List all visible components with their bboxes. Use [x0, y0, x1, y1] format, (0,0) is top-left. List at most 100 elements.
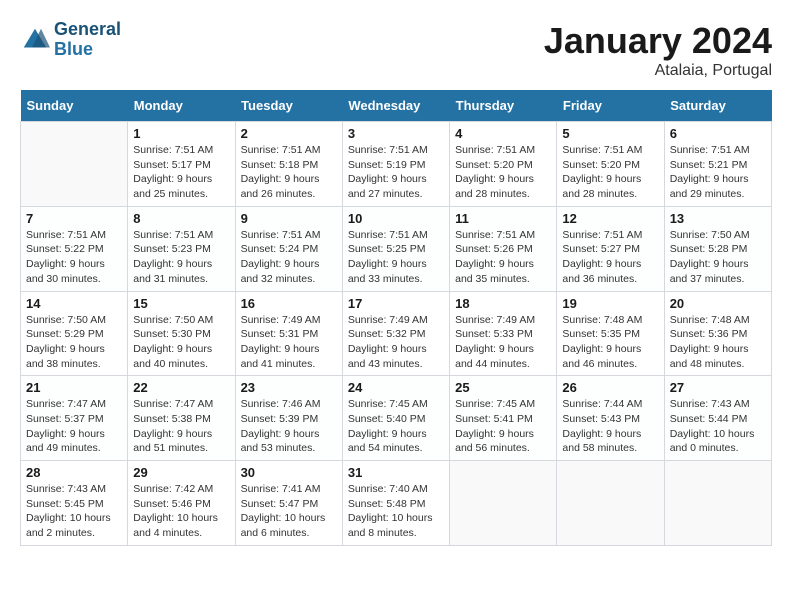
column-header-thursday: Thursday: [450, 90, 557, 122]
calendar-cell: 12Sunrise: 7:51 AMSunset: 5:27 PMDayligh…: [557, 206, 664, 291]
logo-line2: Blue: [54, 40, 121, 60]
calendar-cell: 31 Sunrise: 7:40 AMSunset: 5:48 PMDayligh…: [342, 461, 449, 546]
day-info: Sunrise: 7:50 AMSunset: 5:28 PMDaylight:…: [670, 228, 766, 287]
location: Atalaia, Portugal: [544, 62, 772, 80]
column-header-tuesday: Tuesday: [235, 90, 342, 122]
day-info: Sunrise: 7:46 AMSunset: 5:39 PMDaylight:…: [241, 397, 337, 456]
day-info: Sunrise: 7:51 AMSunset: 5:20 PMDaylight:…: [562, 143, 658, 202]
day-info: Sunrise: 7:40 AMSunset: 5:48 PMDaylight:…: [348, 482, 444, 541]
day-info: Sunrise: 7:49 AMSunset: 5:31 PMDaylight:…: [241, 313, 337, 372]
day-number: 4: [455, 126, 551, 141]
day-number: 29: [133, 465, 229, 480]
column-header-wednesday: Wednesday: [342, 90, 449, 122]
logo-line1: General: [54, 20, 121, 40]
day-number: 31: [348, 465, 444, 480]
calendar-cell: 29 Sunrise: 7:42 AMSunset: 5:46 PMDayligh…: [128, 461, 235, 546]
calendar-cell: 25 Sunrise: 7:45 AMSunset: 5:41 PMDayligh…: [450, 376, 557, 461]
calendar-cell: 23 Sunrise: 7:46 AMSunset: 5:39 PMDayligh…: [235, 376, 342, 461]
day-number: 3: [348, 126, 444, 141]
calendar-week-1: 1Sunrise: 7:51 AMSunset: 5:17 PMDaylight…: [21, 122, 772, 207]
day-info: Sunrise: 7:44 AMSunset: 5:43 PMDaylight:…: [562, 397, 658, 456]
day-info: Sunrise: 7:51 AMSunset: 5:22 PMDaylight:…: [26, 228, 122, 287]
day-number: 9: [241, 211, 337, 226]
day-info: Sunrise: 7:51 AMSunset: 5:25 PMDaylight:…: [348, 228, 444, 287]
calendar-cell: 9 Sunrise: 7:51 AMSunset: 5:24 PMDaylight…: [235, 206, 342, 291]
calendar-cell: 26 Sunrise: 7:44 AMSunset: 5:43 PMDayligh…: [557, 376, 664, 461]
calendar-cell: [664, 461, 771, 546]
day-number: 10: [348, 211, 444, 226]
day-number: 1: [133, 126, 229, 141]
day-number: 30: [241, 465, 337, 480]
calendar-cell: [450, 461, 557, 546]
column-header-friday: Friday: [557, 90, 664, 122]
day-info: Sunrise: 7:43 AMSunset: 5:45 PMDaylight:…: [26, 482, 122, 541]
calendar-cell: 2Sunrise: 7:51 AMSunset: 5:18 PMDaylight…: [235, 122, 342, 207]
calendar-cell: 22 Sunrise: 7:47 AMSunset: 5:38 PMDayligh…: [128, 376, 235, 461]
logo: General Blue: [20, 20, 121, 60]
day-number: 7: [26, 211, 122, 226]
title-section: January 2024 Atalaia, Portugal: [544, 20, 772, 80]
day-number: 8: [133, 211, 229, 226]
day-number: 25: [455, 380, 551, 395]
calendar-cell: 5 Sunrise: 7:51 AMSunset: 5:20 PMDaylight…: [557, 122, 664, 207]
day-number: 5: [562, 126, 658, 141]
day-number: 26: [562, 380, 658, 395]
day-number: 23: [241, 380, 337, 395]
day-info: Sunrise: 7:51 AMSunset: 5:24 PMDaylight:…: [241, 228, 337, 287]
logo-icon: [20, 25, 50, 55]
day-number: 14: [26, 296, 122, 311]
calendar-cell: 30 Sunrise: 7:41 AMSunset: 5:47 PMDayligh…: [235, 461, 342, 546]
calendar-cell: 18 Sunrise: 7:49 AMSunset: 5:33 PMDayligh…: [450, 291, 557, 376]
calendar-cell: 28 Sunrise: 7:43 AMSunset: 5:45 PMDayligh…: [21, 461, 128, 546]
day-info: Sunrise: 7:51 AMSunset: 5:26 PMDaylight:…: [455, 228, 551, 287]
calendar-cell: 24Sunrise: 7:45 AMSunset: 5:40 PMDayligh…: [342, 376, 449, 461]
calendar-cell: 7 Sunrise: 7:51 AMSunset: 5:22 PMDaylight…: [21, 206, 128, 291]
day-number: 19: [562, 296, 658, 311]
day-number: 16: [241, 296, 337, 311]
calendar-cell: 10 Sunrise: 7:51 AMSunset: 5:25 PMDayligh…: [342, 206, 449, 291]
day-info: Sunrise: 7:48 AMSunset: 5:35 PMDaylight:…: [562, 313, 658, 372]
day-number: 24: [348, 380, 444, 395]
day-info: Sunrise: 7:50 AMSunset: 5:30 PMDaylight:…: [133, 313, 229, 372]
day-number: 22: [133, 380, 229, 395]
day-info: Sunrise: 7:47 AMSunset: 5:37 PMDaylight:…: [26, 397, 122, 456]
day-info: Sunrise: 7:42 AMSunset: 5:46 PMDaylight:…: [133, 482, 229, 541]
day-number: 20: [670, 296, 766, 311]
calendar-cell: 20 Sunrise: 7:48 AMSunset: 5:36 PMDayligh…: [664, 291, 771, 376]
day-info: Sunrise: 7:49 AMSunset: 5:32 PMDaylight:…: [348, 313, 444, 372]
day-number: 18: [455, 296, 551, 311]
day-info: Sunrise: 7:43 AMSunset: 5:44 PMDaylight:…: [670, 397, 766, 456]
calendar-week-2: 7 Sunrise: 7:51 AMSunset: 5:22 PMDaylight…: [21, 206, 772, 291]
calendar-cell: 11 Sunrise: 7:51 AMSunset: 5:26 PMDayligh…: [450, 206, 557, 291]
calendar-cell: [21, 122, 128, 207]
day-number: 28: [26, 465, 122, 480]
day-info: Sunrise: 7:50 AMSunset: 5:29 PMDaylight:…: [26, 313, 122, 372]
day-info: Sunrise: 7:51 AMSunset: 5:20 PMDaylight:…: [455, 143, 551, 202]
day-number: 12: [562, 211, 658, 226]
month-title: January 2024: [544, 20, 772, 62]
calendar-header: SundayMondayTuesdayWednesdayThursdayFrid…: [21, 90, 772, 122]
calendar-cell: 8 Sunrise: 7:51 AMSunset: 5:23 PMDaylight…: [128, 206, 235, 291]
day-info: Sunrise: 7:48 AMSunset: 5:36 PMDaylight:…: [670, 313, 766, 372]
calendar-cell: 17 Sunrise: 7:49 AMSunset: 5:32 PMDayligh…: [342, 291, 449, 376]
day-info: Sunrise: 7:51 AMSunset: 5:19 PMDaylight:…: [348, 143, 444, 202]
calendar-cell: 27Sunrise: 7:43 AMSunset: 5:44 PMDayligh…: [664, 376, 771, 461]
calendar-cell: 3 Sunrise: 7:51 AMSunset: 5:19 PMDaylight…: [342, 122, 449, 207]
day-number: 6: [670, 126, 766, 141]
calendar-cell: 4 Sunrise: 7:51 AMSunset: 5:20 PMDaylight…: [450, 122, 557, 207]
day-info: Sunrise: 7:45 AMSunset: 5:41 PMDaylight:…: [455, 397, 551, 456]
day-info: Sunrise: 7:41 AMSunset: 5:47 PMDaylight:…: [241, 482, 337, 541]
column-header-monday: Monday: [128, 90, 235, 122]
day-info: Sunrise: 7:49 AMSunset: 5:33 PMDaylight:…: [455, 313, 551, 372]
day-info: Sunrise: 7:47 AMSunset: 5:38 PMDaylight:…: [133, 397, 229, 456]
day-number: 17: [348, 296, 444, 311]
day-info: Sunrise: 7:51 AMSunset: 5:23 PMDaylight:…: [133, 228, 229, 287]
column-header-saturday: Saturday: [664, 90, 771, 122]
day-number: 11: [455, 211, 551, 226]
day-number: 15: [133, 296, 229, 311]
calendar-week-4: 21Sunrise: 7:47 AMSunset: 5:37 PMDayligh…: [21, 376, 772, 461]
calendar-cell: 14 Sunrise: 7:50 AMSunset: 5:29 PMDayligh…: [21, 291, 128, 376]
page-header: General Blue January 2024 Atalaia, Portu…: [20, 20, 772, 80]
calendar-cell: 15 Sunrise: 7:50 AMSunset: 5:30 PMDayligh…: [128, 291, 235, 376]
calendar-cell: 21Sunrise: 7:47 AMSunset: 5:37 PMDayligh…: [21, 376, 128, 461]
